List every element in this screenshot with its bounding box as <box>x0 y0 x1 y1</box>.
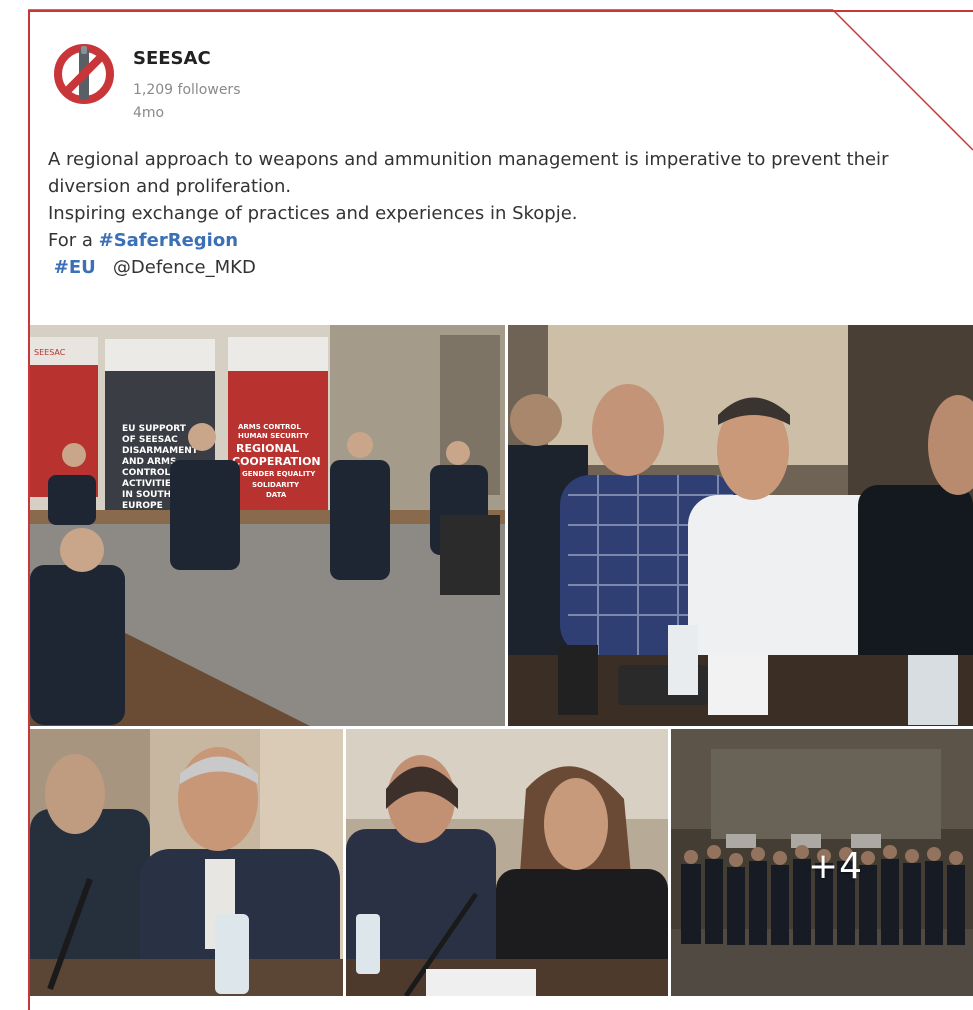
banner-middle-line: DISARMAMENT <box>122 446 199 456</box>
mention-defence-mkd[interactable]: @Defence_MKD <box>113 257 256 278</box>
photo-speaker-man[interactable] <box>30 729 343 996</box>
photo-speaker-woman[interactable] <box>346 729 668 996</box>
banner-middle-line: EU SUPPORT <box>122 424 187 434</box>
banner-middle-line: AND ARMS <box>122 457 176 467</box>
banner-right-line: HUMAN SECURITY <box>238 432 310 440</box>
banner-middle-line: OF SEESAC <box>122 435 178 445</box>
banner-middle-line: EUROPE <box>122 501 163 511</box>
followers-count: 1,209 followers <box>133 82 241 98</box>
more-photos-count[interactable]: +4 <box>808 846 863 887</box>
post-line: diversion and proliferation. <box>48 176 292 197</box>
banner-right-line: REGIONAL <box>236 442 299 455</box>
photo-delegates-closeup[interactable] <box>508 325 973 726</box>
post-age: 4mo <box>133 105 165 121</box>
post-line-tags: #EU @Defence_MKD <box>48 254 963 281</box>
post-line: A regional approach to weapons and ammun… <box>48 149 889 170</box>
post-text: A regional approach to weapons and ammun… <box>48 146 963 281</box>
banner-right-line: COOPERATION <box>232 455 321 468</box>
banner-right-line: GENDER EQUALITY <box>242 470 316 478</box>
company-logo[interactable] <box>52 42 116 106</box>
banner-middle-line: ACTIVITIES <box>122 479 178 489</box>
banner-right-line: DATA <box>266 491 287 499</box>
banner-right-line: ARMS CONTROL <box>238 423 301 431</box>
post-line-hashtag: For a #SaferRegion <box>48 227 963 254</box>
author-name[interactable]: SEESAC <box>133 48 211 69</box>
photo-conference-room[interactable]: SEESAC EU SUPPORT OF SEESAC DISARMAMENT … <box>30 325 505 726</box>
banner-left-text: SEESAC <box>34 348 66 357</box>
for-prefix: For a <box>48 230 99 251</box>
banner-middle-line: CONTROL <box>122 468 171 478</box>
post-line: Inspiring exchange of practices and expe… <box>48 203 578 224</box>
hashtag-eu[interactable]: #EU <box>54 257 96 278</box>
no-guns-icon <box>54 44 114 104</box>
hashtag-saferregion[interactable]: #SaferRegion <box>99 230 238 251</box>
banner-right-line: SOLIDARITY <box>252 481 300 489</box>
